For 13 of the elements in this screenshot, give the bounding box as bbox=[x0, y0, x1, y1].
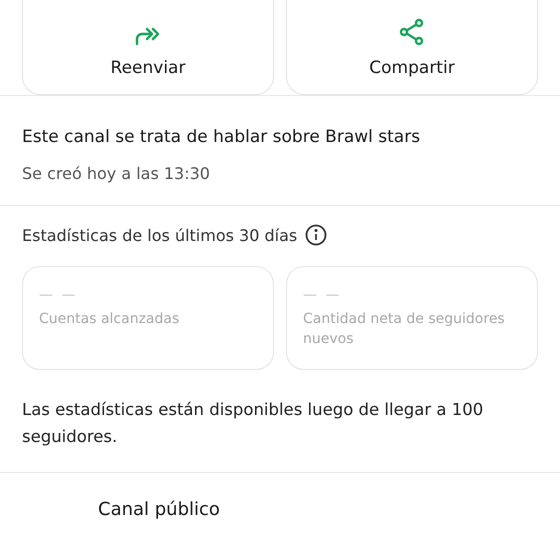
share-button[interactable]: Compartir bbox=[286, 0, 538, 95]
share-icon bbox=[399, 18, 425, 46]
created-date: Se creó hoy a las 13:30 bbox=[22, 164, 211, 183]
privacy-label: Canal público bbox=[97, 498, 221, 520]
channel-description: Este canal se trata de hablar sobre Brawl stars bbox=[22, 126, 422, 149]
stats-title: Estadísticas de los últimos 30 días bbox=[22, 226, 298, 244]
stat-label: Cuentas alcanzadas bbox=[39, 310, 180, 329]
stat-value: — — bbox=[303, 287, 342, 303]
forward-button[interactable]: Reenviar bbox=[22, 0, 274, 95]
stat-value: — — bbox=[39, 287, 78, 303]
info-icon[interactable] bbox=[305, 224, 328, 246]
stat-label: Cantidad neta de seguidores nuevos bbox=[303, 310, 506, 349]
stats-note: Las estadísticas están disponibles luego de llegar a 100 seguidores. bbox=[22, 399, 484, 448]
